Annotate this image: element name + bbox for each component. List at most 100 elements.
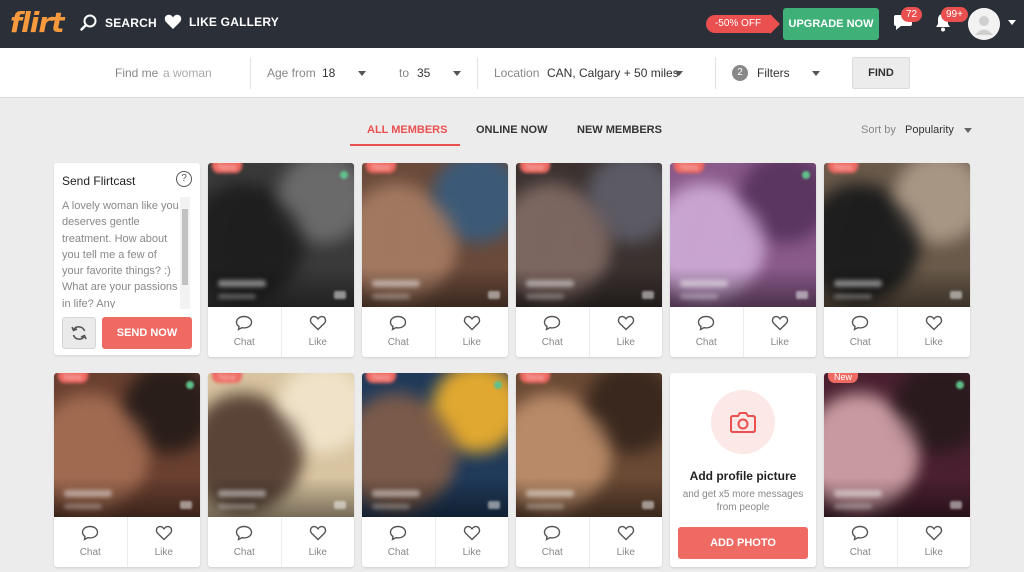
chat-button[interactable]: Chat (208, 517, 281, 567)
camera-icon-circle[interactable] (711, 390, 775, 454)
age-to-chevron-icon[interactable] (453, 71, 461, 76)
tab-online-now[interactable]: ONLINE NOW (476, 124, 548, 136)
flirt-logo[interactable]: flirt (10, 6, 65, 39)
like-button[interactable]: Like (434, 517, 509, 567)
photo-overlay (824, 267, 970, 307)
add-profile-picture-title: Add profile picture (689, 469, 797, 483)
default-avatar-icon (968, 8, 1000, 40)
member-photo[interactable]: New (516, 163, 662, 307)
notifications-button[interactable]: 99+ (933, 7, 968, 37)
chat-label: Chat (233, 337, 255, 348)
refresh-icon (71, 326, 87, 340)
find-me-label: Find me (115, 66, 159, 80)
chat-button[interactable]: Chat (208, 307, 281, 357)
like-label: Like (616, 547, 635, 558)
tab-new-members[interactable]: NEW MEMBERS (577, 124, 662, 136)
filters-dropdown[interactable]: Filters (757, 66, 790, 80)
sort-select[interactable]: Popularity (905, 124, 954, 136)
member-name-blurred (372, 490, 420, 497)
like-button[interactable]: Like (280, 307, 355, 357)
member-photo[interactable]: New (362, 373, 508, 517)
upgrade-now-button[interactable]: UPGRADE NOW (783, 8, 879, 40)
like-button[interactable]: Like (280, 517, 355, 567)
sort-chevron-icon[interactable] (964, 128, 972, 133)
member-photo[interactable]: New (362, 163, 508, 307)
photo-count-icon (642, 291, 654, 299)
help-icon[interactable]: ? (176, 171, 192, 187)
member-info-blurred (526, 504, 564, 509)
card-actions: Chat Like (362, 307, 508, 357)
member-name-blurred (218, 280, 266, 287)
like-button[interactable]: Like (434, 307, 509, 357)
add-photo-button[interactable]: ADD PHOTO (678, 527, 808, 559)
user-avatar[interactable] (968, 8, 1000, 40)
online-status-dot (802, 171, 810, 179)
search-icon (80, 14, 98, 32)
chat-button[interactable]: Chat (824, 517, 897, 567)
chat-button[interactable]: Chat (824, 307, 897, 357)
member-card: New Chat Like (670, 163, 816, 357)
tab-all-members[interactable]: ALL MEMBERS (367, 124, 447, 136)
member-photo[interactable]: New (670, 163, 816, 307)
chat-label: Chat (849, 547, 871, 558)
member-card: New Chat Like (54, 373, 200, 567)
like-button[interactable]: Like (588, 307, 663, 357)
flirtcast-message[interactable]: A lovely woman like you deserves gentle … (62, 198, 180, 308)
chat-icon (235, 525, 253, 544)
find-me-field[interactable]: a woman (163, 66, 212, 80)
card-actions: Chat Like (670, 307, 816, 357)
send-now-button[interactable]: SEND NOW (102, 317, 192, 349)
chat-label: Chat (541, 337, 563, 348)
scrollbar-thumb[interactable] (182, 209, 188, 285)
card-actions: Chat Like (824, 307, 970, 357)
chat-button[interactable]: Chat (516, 307, 589, 357)
chat-icon (235, 315, 253, 334)
photo-overlay (362, 477, 508, 517)
new-member-badge: New (212, 163, 243, 173)
member-photo[interactable]: New (208, 163, 354, 307)
like-button[interactable]: Like (588, 517, 663, 567)
member-photo[interactable]: New (824, 373, 970, 517)
add-profile-picture-card: Add profile picture and get x5 more mess… (670, 373, 816, 567)
chat-button[interactable]: Chat (516, 517, 589, 567)
chat-button[interactable]: Chat (54, 517, 127, 567)
location-select[interactable]: CAN, Calgary + 50 miles (547, 66, 679, 80)
nav-like-gallery[interactable]: LIKE GALLERY (164, 14, 279, 30)
filters-chevron-icon[interactable] (812, 71, 820, 76)
like-button[interactable]: Like (126, 517, 201, 567)
card-actions: Chat Like (362, 517, 508, 567)
chat-button[interactable]: Chat (362, 517, 435, 567)
messages-button[interactable]: 72 (893, 7, 923, 37)
age-from-select[interactable]: 18 (322, 66, 335, 80)
member-photo[interactable]: New (208, 373, 354, 517)
chat-label: Chat (387, 547, 409, 558)
member-photo[interactable]: New (516, 373, 662, 517)
flirtcast-scrollbar[interactable] (180, 197, 190, 309)
like-label: Like (154, 547, 173, 558)
photo-overlay (516, 477, 662, 517)
member-name-blurred (526, 490, 574, 497)
photo-overlay (208, 267, 354, 307)
like-button[interactable]: Like (896, 517, 971, 567)
member-photo[interactable]: New (54, 373, 200, 517)
refresh-message-button[interactable] (62, 317, 96, 349)
location-chevron-icon[interactable] (675, 71, 683, 76)
chevron-down-icon[interactable] (1008, 20, 1016, 25)
age-to-select[interactable]: 35 (417, 66, 430, 80)
chat-button[interactable]: Chat (362, 307, 435, 357)
like-label: Like (616, 337, 635, 348)
age-from-chevron-icon[interactable] (358, 71, 366, 76)
nav-search[interactable]: SEARCH (80, 14, 157, 32)
card-actions: Chat Like (516, 517, 662, 567)
photo-overlay (208, 477, 354, 517)
like-button[interactable]: Like (742, 307, 817, 357)
chat-button[interactable]: Chat (670, 307, 743, 357)
member-photo[interactable]: New (824, 163, 970, 307)
heart-icon (164, 14, 182, 30)
member-info-blurred (372, 294, 410, 299)
like-button[interactable]: Like (896, 307, 971, 357)
photo-count-icon (488, 501, 500, 509)
find-button[interactable]: FIND (852, 57, 910, 89)
card-actions: Chat Like (208, 307, 354, 357)
photo-overlay (362, 267, 508, 307)
